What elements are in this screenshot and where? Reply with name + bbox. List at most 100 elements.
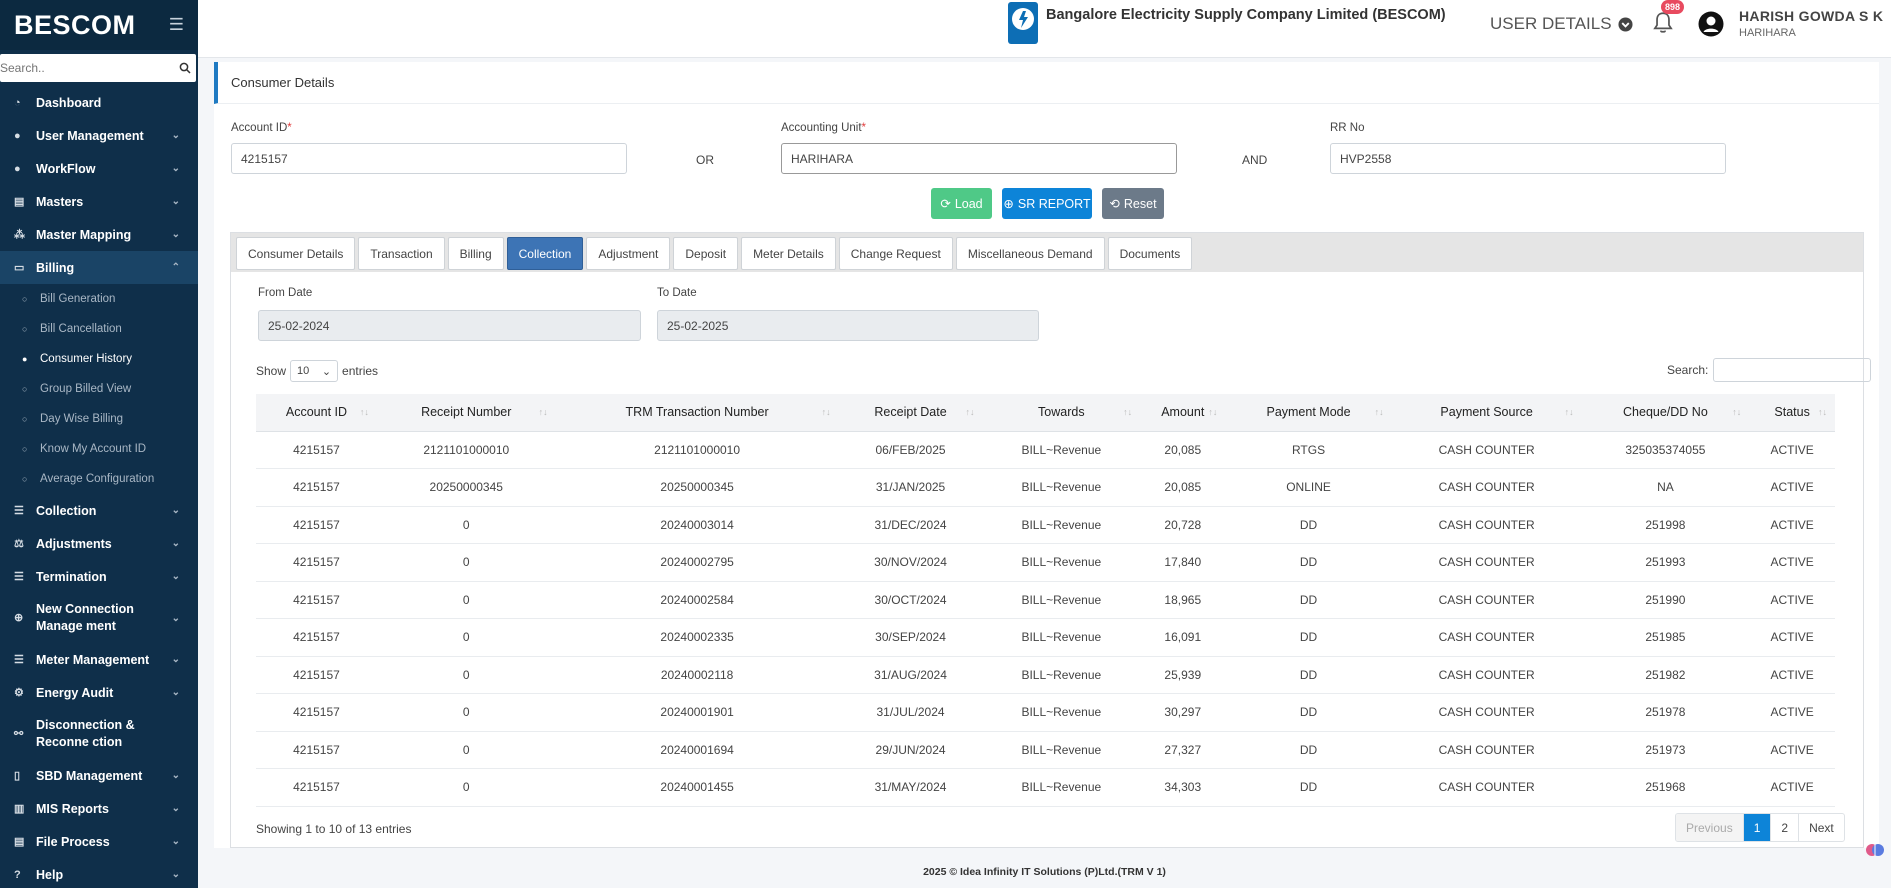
table-search-input[interactable] xyxy=(1713,358,1872,382)
table-row: 4215157 0 20240001694 29/JUN/2024 BILL~Reven… xyxy=(256,731,1835,769)
table-cell: 30/SEP/2024 xyxy=(838,618,983,657)
col-status[interactable]: Status ↑↓ xyxy=(1749,394,1835,432)
nav-mis-reports[interactable]: ▥ MIS Reports ⌄ xyxy=(0,792,198,825)
page-1-button[interactable]: 1 xyxy=(1743,814,1772,841)
chevron-down-icon: ⌄ xyxy=(171,869,180,880)
nav-meter-management[interactable]: ☰ Meter Management ⌄ xyxy=(0,643,198,676)
nav-sbd-management[interactable]: ▯ SBD Management ⌄ xyxy=(0,759,198,792)
nav-new-connection[interactable]: ⊕ New Connection Manage ment ⌄ xyxy=(0,593,198,643)
nav-file-process[interactable]: ▤ File Process ⌄ xyxy=(0,825,198,858)
nav-master-mapping[interactable]: ⁂ Master Mapping ⌄ xyxy=(0,218,198,251)
table-cell: 18,965 xyxy=(1140,581,1226,619)
col-trm-transaction-number[interactable]: TRM Transaction Number ↑↓ xyxy=(555,394,839,432)
accounting-unit-label: Accounting Unit* xyxy=(781,122,866,134)
sort-icon: ↑↓ xyxy=(1123,407,1133,417)
company-name: Bangalore Electricity Supply Company Lim… xyxy=(1046,7,1446,23)
table-cell: ACTIVE xyxy=(1749,693,1835,732)
tab-documents[interactable]: Documents xyxy=(1107,237,1193,270)
nav-disconnection[interactable]: ⚯ Disconnection & Reconne ction xyxy=(0,709,198,759)
menu-toggle-icon[interactable]: ☰ xyxy=(169,15,184,35)
sub-average-configuration[interactable]: ○ Average Configuration xyxy=(0,464,198,494)
nav-dashboard[interactable]: ◔ Dashboard xyxy=(0,86,198,119)
nav-billing[interactable]: ▭ Billing ⌃ xyxy=(0,251,198,284)
table-cell: 20240002795 xyxy=(555,543,839,582)
nav-label: New Connection Manage ment xyxy=(36,602,134,633)
tab-meter-details[interactable]: Meter Details xyxy=(741,237,836,270)
list-icon: ☰ xyxy=(14,571,24,583)
table-cell: 31/AUG/2024 xyxy=(838,656,983,694)
tab-consumer-details[interactable]: Consumer Details xyxy=(236,237,356,270)
button-label: Reset xyxy=(1123,196,1157,211)
load-button[interactable]: ⟳ Load xyxy=(931,188,992,219)
user-details-dropdown[interactable]: USER DETAILS xyxy=(1490,14,1633,34)
sync-icon: ⟲ xyxy=(1109,197,1120,211)
col-payment-source[interactable]: Payment Source ↑↓ xyxy=(1391,394,1582,432)
previous-page-button[interactable]: Previous xyxy=(1676,814,1744,841)
page-2-button[interactable]: 2 xyxy=(1771,814,1800,841)
nav-masters[interactable]: ▤ Masters ⌄ xyxy=(0,185,198,218)
table-cell: 4215157 xyxy=(256,656,377,694)
tab-collection[interactable]: Collection xyxy=(506,237,584,270)
sub-bill-generation[interactable]: ○ Bill Generation xyxy=(0,284,198,314)
account-id-input[interactable]: 4215157 xyxy=(231,143,627,174)
nav-label: SBD Management xyxy=(36,768,143,783)
user-avatar-icon[interactable] xyxy=(1698,11,1724,37)
table-cell: 20250000345 xyxy=(376,468,556,507)
accounting-unit-select[interactable]: HARIHARA xyxy=(781,143,1177,174)
table-cell: 34,303 xyxy=(1140,768,1226,807)
to-date-input[interactable]: 25-02-2025 xyxy=(657,310,1039,341)
col-payment-mode[interactable]: Payment Mode ↑↓ xyxy=(1225,394,1392,432)
tab-billing[interactable]: Billing xyxy=(447,237,504,270)
entries-select[interactable]: 10 ⌄ xyxy=(290,360,339,382)
nav-workflow[interactable]: ● WorkFlow ⌄ xyxy=(0,152,198,185)
sub-group-billed-view[interactable]: ○ Group Billed View xyxy=(0,374,198,404)
table-cell: ACTIVE xyxy=(1749,431,1835,469)
col-receipt-number[interactable]: Receipt Number ↑↓ xyxy=(376,394,556,432)
nav-user-management[interactable]: ● User Management ⌄ xyxy=(0,119,198,152)
col-amount[interactable]: Amount ↑↓ xyxy=(1140,394,1226,432)
sub-label: Group Billed View xyxy=(40,383,132,395)
sub-label: Day Wise Billing xyxy=(40,413,124,425)
nav-adjustments[interactable]: ⚖ Adjustments ⌄ xyxy=(0,527,198,560)
reset-button[interactable]: ⟲ Reset xyxy=(1102,188,1164,219)
table-row: 4215157 0 20240003014 31/DEC/2024 BILL~Reven… xyxy=(256,506,1835,544)
brain-icon[interactable] xyxy=(1865,840,1885,865)
table-cell: BILL~Revenue xyxy=(982,468,1141,507)
table-cell: 25,939 xyxy=(1140,656,1226,694)
nav-help[interactable]: ? Help ⌄ xyxy=(0,858,198,888)
col-towards[interactable]: Towards ↑↓ xyxy=(982,394,1141,432)
col-receipt-date[interactable]: Receipt Date ↑↓ xyxy=(838,394,983,432)
sort-icon: ↑↓ xyxy=(538,407,548,417)
sub-label: Consumer History xyxy=(40,353,133,365)
sub-label: Bill Cancellation xyxy=(40,323,122,335)
col-account-id[interactable]: Account ID ↑↓ xyxy=(256,394,377,432)
rr-no-input[interactable]: HVP2558 xyxy=(1330,143,1726,174)
brand-bar: BESCOM ☰ xyxy=(0,0,198,50)
next-page-button[interactable]: Next xyxy=(1799,814,1844,841)
sub-consumer-history[interactable]: ● Consumer History xyxy=(0,344,198,374)
table-cell: 2121101000010 xyxy=(555,431,839,469)
tab-change-request[interactable]: Change Request xyxy=(838,237,953,270)
nav-termination[interactable]: ☰ Termination ⌄ xyxy=(0,560,198,593)
table-cell: CASH COUNTER xyxy=(1391,618,1582,657)
nav-label: Meter Management xyxy=(36,652,150,667)
sr-report-button[interactable]: ⊕ SR REPORT xyxy=(1002,188,1092,219)
column-label: Receipt Date xyxy=(874,405,947,420)
sub-day-wise-billing[interactable]: ○ Day Wise Billing xyxy=(0,404,198,434)
sub-bill-cancellation[interactable]: ○ Bill Cancellation xyxy=(0,314,198,344)
from-date-input[interactable]: 25-02-2024 xyxy=(258,310,641,341)
tab-miscellaneous-demand[interactable]: Miscellaneous Demand xyxy=(955,237,1105,270)
nav-collection[interactable]: ☰ Collection ⌄ xyxy=(0,494,198,527)
tab-deposit[interactable]: Deposit xyxy=(673,237,739,270)
sidebar-search-input[interactable] xyxy=(0,61,174,75)
col-cheque-dd-no[interactable]: Cheque/DD No ↑↓ xyxy=(1581,394,1750,432)
nav-energy-audit[interactable]: ⚙ Energy Audit ⌄ xyxy=(0,676,198,709)
search-icon[interactable] xyxy=(174,62,196,74)
table-cell: 4215157 xyxy=(256,468,377,507)
tab-adjustment[interactable]: Adjustment xyxy=(586,237,671,270)
tab-transaction[interactable]: Transaction xyxy=(358,237,445,270)
table-cell: 251993 xyxy=(1581,543,1750,582)
nav-label: Billing xyxy=(36,260,75,275)
circle-icon: ○ xyxy=(22,324,28,334)
sub-know-my-account[interactable]: ○ Know My Account ID xyxy=(0,434,198,464)
